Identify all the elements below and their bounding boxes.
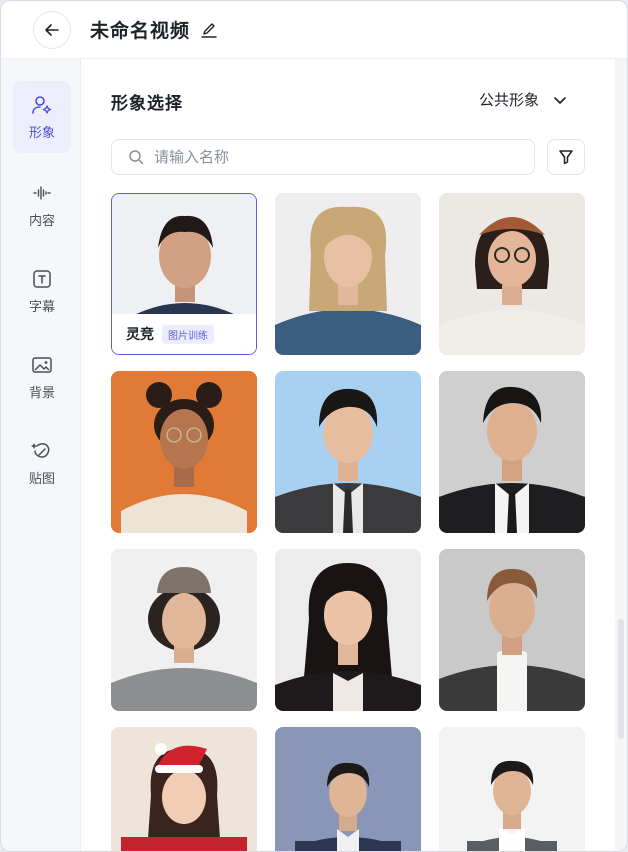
video-title[interactable]: 未命名视频 — [90, 16, 190, 43]
avatar-card[interactable] — [111, 371, 257, 533]
chevron-down-icon — [553, 93, 567, 107]
image-icon — [31, 354, 53, 376]
avatar-card[interactable]: 灵竞 图片训练 — [111, 193, 257, 355]
avatar-portrait — [275, 549, 421, 711]
avatar-portrait — [275, 193, 421, 355]
text-box-icon — [31, 268, 53, 290]
avatar-card[interactable] — [111, 549, 257, 711]
avatar-card[interactable] — [439, 727, 585, 851]
back-button[interactable] — [33, 10, 71, 49]
avatar-portrait — [111, 727, 257, 851]
avatar-portrait — [275, 371, 421, 533]
sidebar-item-content[interactable]: 内容 — [13, 169, 71, 241]
sidebar-item-label: 字幕 — [28, 299, 55, 315]
sidebar-item-subtitles[interactable]: 字幕 — [13, 255, 71, 327]
arrow-left-icon — [45, 23, 59, 36]
scrollbar-thumb[interactable] — [618, 619, 624, 739]
sidebar: 形象 内容 字幕 背景 贴图 — [1, 59, 81, 851]
avatar-card-footer: 灵竞 图片训练 — [112, 314, 256, 354]
avatar-portrait — [111, 371, 257, 533]
search-field[interactable] — [111, 139, 535, 175]
sidebar-item-label: 形象 — [28, 125, 55, 141]
avatar-card[interactable] — [275, 371, 421, 533]
filter-button[interactable] — [547, 139, 585, 175]
avatar-card[interactable] — [275, 727, 421, 851]
search-input[interactable] — [154, 148, 514, 166]
edit-title-icon[interactable] — [200, 21, 218, 39]
top-bar: 未命名视频 — [1, 1, 627, 59]
sidebar-item-label: 贴图 — [28, 471, 55, 487]
avatar-name: 灵竞 — [126, 327, 154, 343]
sidebar-item-avatar[interactable]: 形象 — [13, 81, 71, 153]
person-sparkle-icon — [31, 94, 53, 116]
audio-wave-icon — [31, 182, 53, 204]
avatar-portrait — [439, 193, 585, 355]
avatar-card[interactable] — [439, 193, 585, 355]
avatar-portrait — [439, 727, 585, 851]
training-badge: 图片训练 — [162, 324, 214, 344]
avatar-portrait — [111, 549, 257, 711]
sticker-icon — [31, 440, 53, 462]
avatar-card[interactable] — [275, 549, 421, 711]
search-icon — [129, 150, 144, 165]
avatar-portrait — [439, 371, 585, 533]
avatar-source-dropdown[interactable]: 公共形象 — [479, 89, 567, 110]
panel-title: 形象选择 — [111, 94, 183, 114]
sidebar-item-label: 背景 — [28, 385, 55, 401]
avatar-portrait — [275, 727, 421, 851]
dropdown-value: 公共形象 — [478, 91, 539, 109]
avatar-card[interactable] — [275, 193, 421, 355]
avatar-portrait — [439, 549, 585, 711]
sidebar-item-label: 内容 — [28, 213, 55, 229]
avatar-card[interactable] — [439, 371, 585, 533]
avatar-card[interactable] — [439, 549, 585, 711]
app-window: 未命名视频 形象 内容 字幕 背景 贴图 形象选择 公共形象 请输入名称 灵竞 … — [0, 0, 628, 852]
sidebar-item-stickers[interactable]: 贴图 — [13, 427, 71, 499]
avatar-panel: 形象选择 公共形象 请输入名称 灵竞 图片训练 — [81, 59, 617, 851]
avatar-card[interactable] — [111, 727, 257, 851]
sidebar-item-background[interactable]: 背景 — [13, 341, 71, 413]
scrollbar[interactable] — [615, 59, 627, 851]
filter-funnel-icon — [559, 150, 573, 165]
